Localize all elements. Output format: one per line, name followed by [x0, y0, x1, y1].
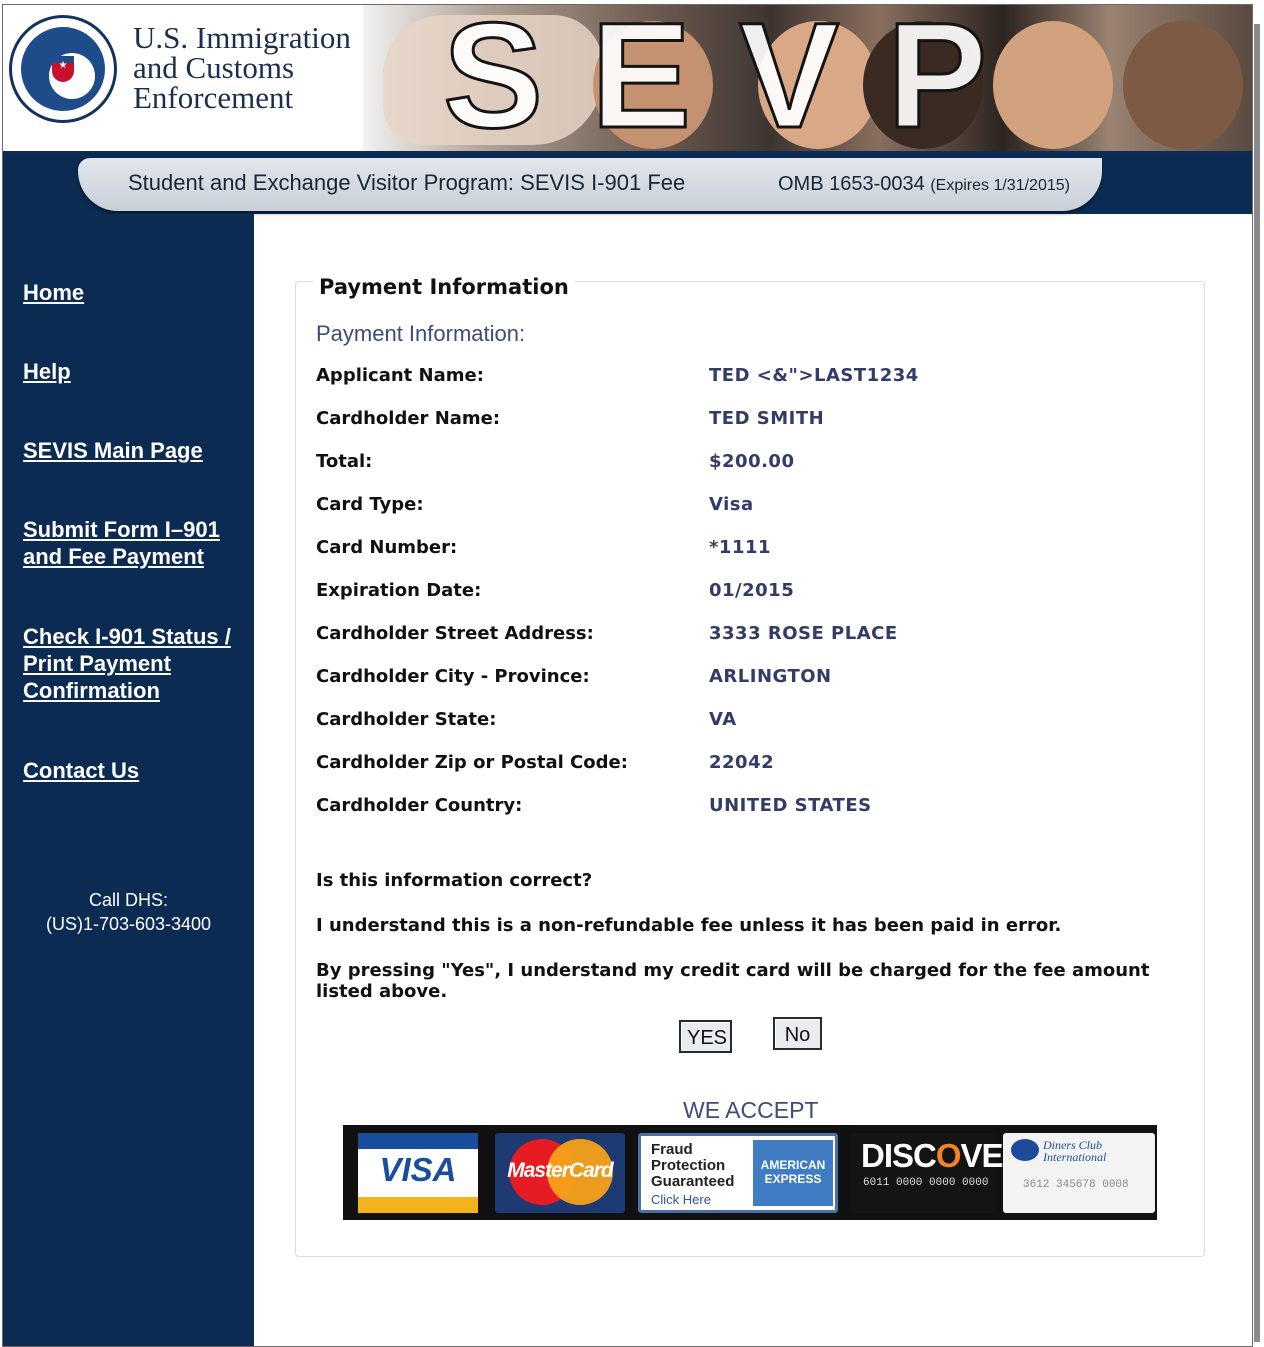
confirm-question: Is this information correct? [316, 870, 593, 891]
visa-card-logo: VISA [358, 1133, 478, 1213]
check-status-line-3: Confirmation [23, 678, 160, 703]
field-value: TED <&">LAST1234 [709, 365, 919, 386]
discover-card-number: 6011 0000 0000 0000 [863, 1177, 989, 1189]
sevp-banner: SEVP [363, 5, 1252, 151]
field-label: Cardholder State: [316, 709, 497, 730]
field-row-zip-code: Cardholder Zip or Postal Code: 22042 [316, 752, 1196, 782]
field-row-street-address: Cardholder Street Address: 3333 ROSE PLA… [316, 623, 1196, 653]
subtitle-bar: Student and Exchange Visitor Program: SE… [78, 158, 1102, 211]
field-label: Cardholder Zip or Postal Code: [316, 752, 628, 773]
sidebar: Home Help SEVIS Main Page Submit Form I–… [3, 214, 254, 1346]
sidebar-item-help[interactable]: Help [23, 358, 248, 385]
field-value: ARLINGTON [709, 666, 832, 687]
field-row-card-number: Card Number: *1111 [316, 537, 1196, 567]
mastercard-logo-text: MasterCard [507, 1159, 614, 1182]
field-value: 3333 ROSE PLACE [709, 623, 898, 644]
field-row-city-province: Cardholder City - Province: ARLINGTON [316, 666, 1196, 696]
sidebar-item-check-status[interactable]: Check I-901 Status / Print Payment Confi… [23, 623, 248, 704]
field-label: Cardholder Name: [316, 408, 501, 429]
agency-name: U.S. Immigration and Customs Enforcement [133, 20, 351, 115]
call-dhs-label: Call DHS: [88, 890, 168, 910]
fieldset-legend: Payment Information [313, 275, 575, 299]
yes-button[interactable]: YES [679, 1020, 732, 1053]
field-row-state: Cardholder State: VA [316, 709, 1196, 739]
sidebar-item-submit-form[interactable]: Submit Form I–901 and Fee Payment [23, 516, 248, 570]
fraud-line-2: Protection [651, 1157, 726, 1174]
we-accept-heading: WE ACCEPT [683, 1097, 819, 1123]
diners-line-2: International [1043, 1150, 1107, 1164]
field-value: 01/2015 [709, 580, 795, 601]
field-label: Card Number: [316, 537, 458, 558]
page-shadow [1254, 24, 1260, 1342]
field-value: $200.00 [709, 451, 795, 472]
field-label: Cardholder Country: [316, 795, 523, 816]
field-value: *1111 [709, 537, 772, 558]
click-here-link[interactable]: Click Here [651, 1192, 711, 1207]
submit-form-line-1: Submit Form I–901 [23, 517, 220, 542]
field-row-card-type: Card Type: Visa [316, 494, 1196, 524]
omb-number: OMB 1653-0034 (Expires 1/31/2015) [778, 173, 1070, 196]
check-status-line-2: Print Payment [23, 651, 171, 676]
call-dhs: Call DHS: (US)1-703-603-3400 [3, 888, 254, 936]
amex-line-1: AMERICAN [760, 1158, 826, 1172]
field-value: 22042 [709, 752, 775, 773]
accepted-cards: VISA MasterCard Fraud Protection Guarant… [343, 1125, 1157, 1220]
amex-fraud-protection-badge[interactable]: Fraud Protection Guaranteed Click Here A… [638, 1133, 838, 1213]
field-row-cardholder-name: Cardholder Name: TED SMITH [316, 408, 1196, 438]
agency-line-3: Enforcement [133, 80, 294, 115]
field-row-applicant-name: Applicant Name: TED <&">LAST1234 [316, 365, 1196, 395]
section-title: Payment Information: [316, 321, 526, 346]
field-row-country: Cardholder Country: UNITED STATES [316, 795, 1196, 825]
field-value: VA [709, 709, 737, 730]
field-label: Applicant Name: [316, 365, 484, 386]
submit-form-line-2: and Fee Payment [23, 544, 204, 569]
fraud-line-1: Fraud [651, 1141, 693, 1158]
call-dhs-number: (US)1-703-603-3400 [45, 914, 212, 934]
field-label: Cardholder City - Province: [316, 666, 590, 687]
sidebar-item-home[interactable]: Home [23, 279, 248, 306]
diners-club-card-logo: Diners Club International 3612 345678 00… [1003, 1133, 1155, 1213]
field-label: Card Type: [316, 494, 424, 515]
diners-card-number: 3612 345678 0008 [1023, 1179, 1129, 1191]
non-refundable-notice: I understand this is a non-refundable fe… [316, 915, 1062, 936]
field-label: Total: [316, 451, 373, 472]
visa-logo-text: VISA [379, 1151, 457, 1188]
fraud-protection-text: Fraud Protection Guaranteed [651, 1142, 734, 1190]
discover-pre: DI [861, 1137, 893, 1174]
agency-line-1: U.S. Immigration [133, 20, 351, 55]
discover-c: C [913, 1137, 937, 1174]
field-value: TED SMITH [709, 408, 825, 429]
discover-s: S [892, 1137, 914, 1174]
omb-expiration: (Expires 1/31/2015) [930, 177, 1070, 194]
amex-logo: AMERICAN EXPRESS [753, 1140, 833, 1206]
diners-club-name: Diners Club International [1043, 1139, 1106, 1163]
dhs-seal-icon: ★ [9, 15, 117, 123]
check-status-line-1: Check I-901 Status / [23, 624, 231, 649]
no-button[interactable]: No [773, 1017, 822, 1050]
discover-card-logo: DISCOVER 6011 0000 0000 0000 [851, 1133, 1026, 1213]
fraud-line-3: Guaranteed [651, 1173, 735, 1190]
header: ★ U.S. Immigration and Customs Enforceme… [3, 5, 1252, 151]
field-row-total: Total: $200.00 [316, 451, 1196, 481]
omb-code: OMB 1653-0034 [778, 173, 925, 195]
field-row-expiration-date: Expiration Date: 01/2015 [316, 580, 1196, 610]
diners-club-icon [1011, 1139, 1039, 1161]
field-label: Cardholder Street Address: [316, 623, 594, 644]
discover-logo-text: DISCOVER [861, 1137, 1026, 1175]
field-value: Visa [709, 494, 754, 515]
agency-line-2: and Customs [133, 50, 295, 85]
discover-o: O [935, 1137, 962, 1174]
program-title: Student and Exchange Visitor Program: SE… [128, 170, 686, 195]
sevp-logo-text: SEVP [441, 5, 1036, 151]
mastercard-logo: MasterCard [495, 1133, 625, 1213]
sidebar-item-contact-us[interactable]: Contact Us [23, 757, 248, 784]
field-value: UNITED STATES [709, 795, 872, 816]
amex-line-2: EXPRESS [764, 1172, 822, 1186]
field-label: Expiration Date: [316, 580, 482, 601]
sidebar-item-sevis-main-page[interactable]: SEVIS Main Page [23, 437, 248, 464]
charge-consent: By pressing "Yes", I understand my credi… [316, 960, 1150, 1002]
